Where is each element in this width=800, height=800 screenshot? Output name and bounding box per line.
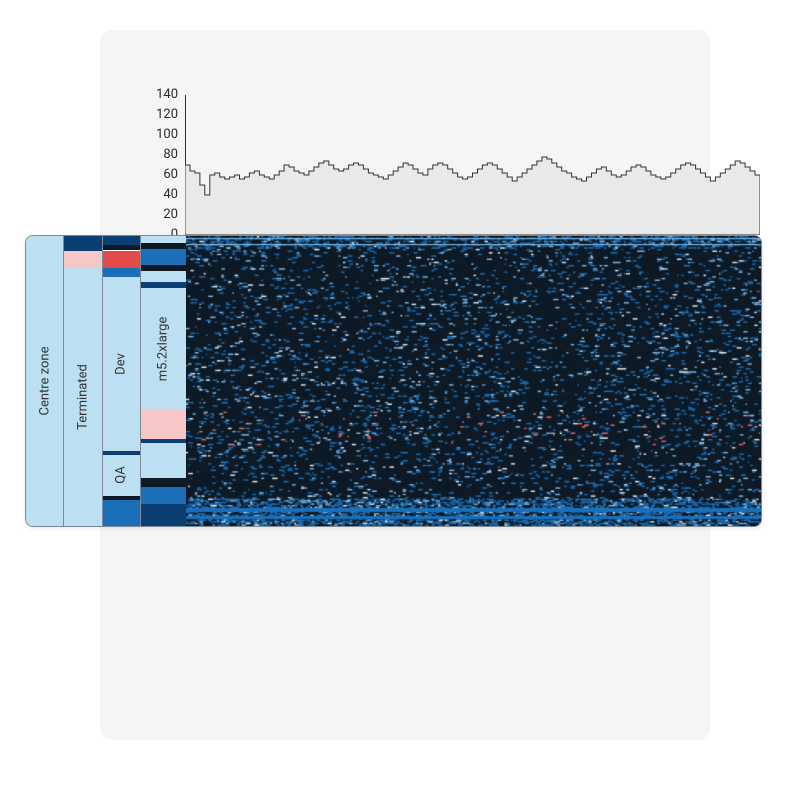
facet-label: Terminated <box>75 364 90 430</box>
figure-stage: 140 120 100 80 60 40 20 0 Centre zone Ter… <box>0 0 800 800</box>
y-tick-label: 20 <box>138 207 178 222</box>
y-tick-label: 40 <box>138 187 178 202</box>
facet-segment <box>141 236 186 243</box>
facet-segment <box>141 410 186 439</box>
facet-label: Dev <box>114 353 129 375</box>
y-tick-label: 120 <box>138 107 178 122</box>
facet-col-zone: Centre zone <box>26 236 64 526</box>
top-profile-area <box>185 95 760 235</box>
facet-segment <box>64 236 101 251</box>
facet-segment <box>141 249 186 265</box>
facet-segment <box>141 478 186 487</box>
y-tick-label: 80 <box>138 147 178 162</box>
heatmap-canvas <box>186 236 761 526</box>
facet-col-state: Terminated <box>64 236 102 526</box>
facet-segment: m5.2xlarge <box>141 288 186 410</box>
facet-segment <box>103 268 140 277</box>
facet-segment <box>103 251 140 268</box>
facet-segment: Centre zone <box>26 236 63 526</box>
y-tick-label: 100 <box>138 127 178 142</box>
facet-segment: Terminated <box>64 268 101 526</box>
y-tick-label: 60 <box>138 167 178 182</box>
facet-segment: Dev <box>103 277 140 451</box>
facet-label: Centre zone <box>37 346 52 415</box>
facet-label: m5.2xlarge <box>156 317 171 382</box>
facet-segment: QA <box>103 455 140 496</box>
y-tick-label: 140 <box>138 87 178 102</box>
facet-segment <box>103 500 140 526</box>
facet-segment <box>141 443 186 478</box>
facet-segment <box>141 271 186 283</box>
heatmap-panel: Centre zone Terminated Dev QA m5.2xlarge <box>25 235 762 527</box>
facet-label: QA <box>114 467 129 484</box>
heatmap-body <box>186 236 761 526</box>
facet-segment <box>141 487 186 504</box>
facet-segment <box>141 504 186 526</box>
facet-segment <box>103 236 140 245</box>
row-facet-columns: Centre zone Terminated Dev QA m5.2xlarge <box>26 236 186 526</box>
top-profile-chart: 140 120 100 80 60 40 20 0 <box>185 95 760 235</box>
facet-col-instance: m5.2xlarge <box>141 236 186 526</box>
facet-col-env: Dev QA <box>103 236 141 526</box>
facet-segment <box>64 251 101 268</box>
